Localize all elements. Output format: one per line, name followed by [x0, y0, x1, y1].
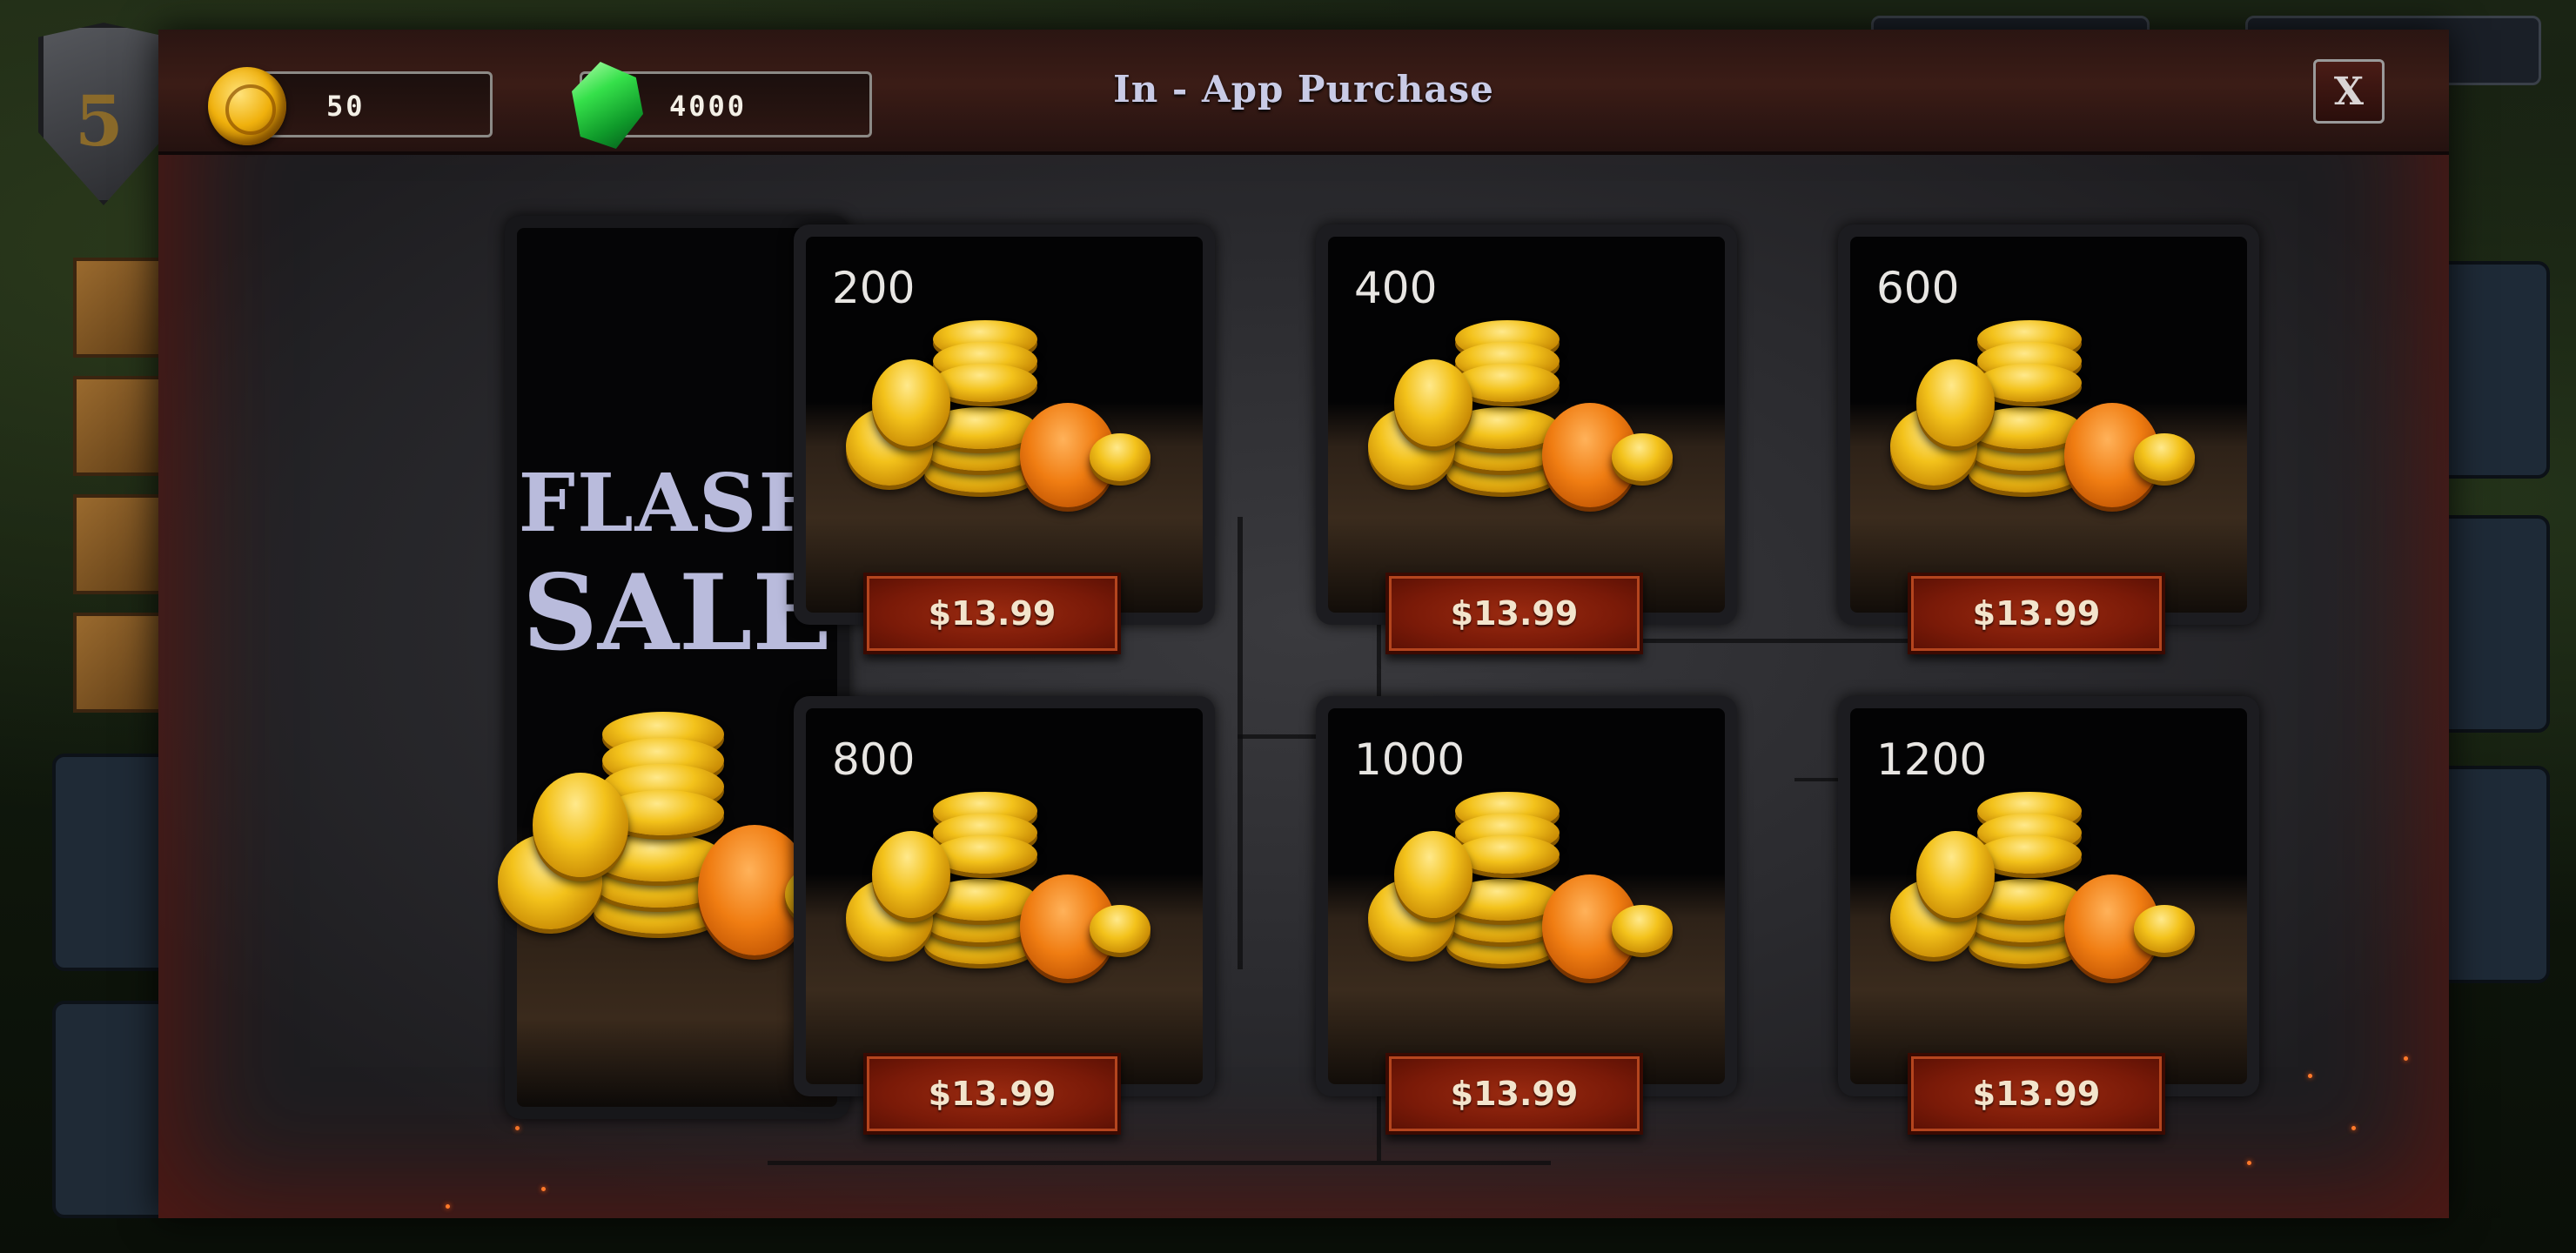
- pack-amount: 400: [1354, 263, 1438, 313]
- pack-amount: 1000: [1354, 734, 1466, 785]
- coin-pile-icon: [1368, 783, 1673, 1001]
- coin-pile-icon: [1890, 312, 2195, 529]
- price-button[interactable]: $13.99: [1908, 1053, 2165, 1135]
- crate-icon: [73, 258, 169, 358]
- modal-title: In - App Purchase: [1113, 68, 1494, 111]
- price-button[interactable]: $13.99: [863, 573, 1121, 654]
- in-app-purchase-modal: 50 4000 In - App Purchase X FLASH SALE 2…: [158, 30, 2449, 1218]
- ember: [2404, 1056, 2408, 1061]
- right-slot: [2437, 515, 2550, 733]
- ember: [2247, 1161, 2251, 1165]
- coin-pack-card[interactable]: 1200 $13.99: [1838, 696, 2259, 1135]
- ember: [541, 1187, 546, 1191]
- close-button[interactable]: X: [2313, 59, 2385, 124]
- side-slot: [52, 754, 174, 971]
- flash-sale-title-line1: FLASH: [518, 456, 836, 550]
- pack-amount: 1200: [1876, 734, 1988, 785]
- ember: [2351, 1126, 2356, 1130]
- pack-amount: 600: [1876, 263, 1960, 313]
- coin-pile-icon: [846, 312, 1150, 529]
- flash-sale-title-line2: SALE: [522, 552, 832, 674]
- pack-amount: 200: [832, 263, 916, 313]
- ember: [2308, 1074, 2312, 1078]
- right-slot: [2437, 261, 2550, 479]
- coin-pile-icon: [1890, 783, 2195, 1001]
- coin-pack-card[interactable]: 200 $13.99: [794, 224, 1215, 654]
- crate-icon: [73, 613, 169, 713]
- ember: [515, 1126, 520, 1130]
- price-button[interactable]: $13.99: [1385, 1053, 1643, 1135]
- level-number: 5: [75, 80, 124, 162]
- modal-header: 50 4000 In - App Purchase X: [158, 30, 2449, 155]
- ember: [446, 1204, 450, 1209]
- coin-pack-card[interactable]: 1000 $13.99: [1316, 696, 1737, 1135]
- crate-icon: [73, 376, 169, 476]
- coin-pack-card[interactable]: 600 $13.99: [1838, 224, 2259, 654]
- crate-icon: [73, 494, 169, 594]
- price-button[interactable]: $13.99: [1908, 573, 2165, 654]
- price-button[interactable]: $13.99: [1385, 573, 1643, 654]
- coin-pile-icon: [1368, 312, 1673, 529]
- floor-crack: [1238, 517, 1243, 969]
- pack-amount: 800: [832, 734, 916, 785]
- price-button[interactable]: $13.99: [863, 1053, 1121, 1135]
- coin-pile-icon: [846, 783, 1150, 1001]
- coin-pack-card[interactable]: 400 $13.99: [1316, 224, 1737, 654]
- coin-pack-card[interactable]: 800 $13.99: [794, 696, 1215, 1135]
- level-shield-badge: 5: [38, 23, 169, 205]
- right-slot: [2437, 766, 2550, 983]
- floor-crack: [768, 1161, 1551, 1165]
- side-slot: [52, 1001, 174, 1218]
- close-icon: X: [2333, 69, 2365, 114]
